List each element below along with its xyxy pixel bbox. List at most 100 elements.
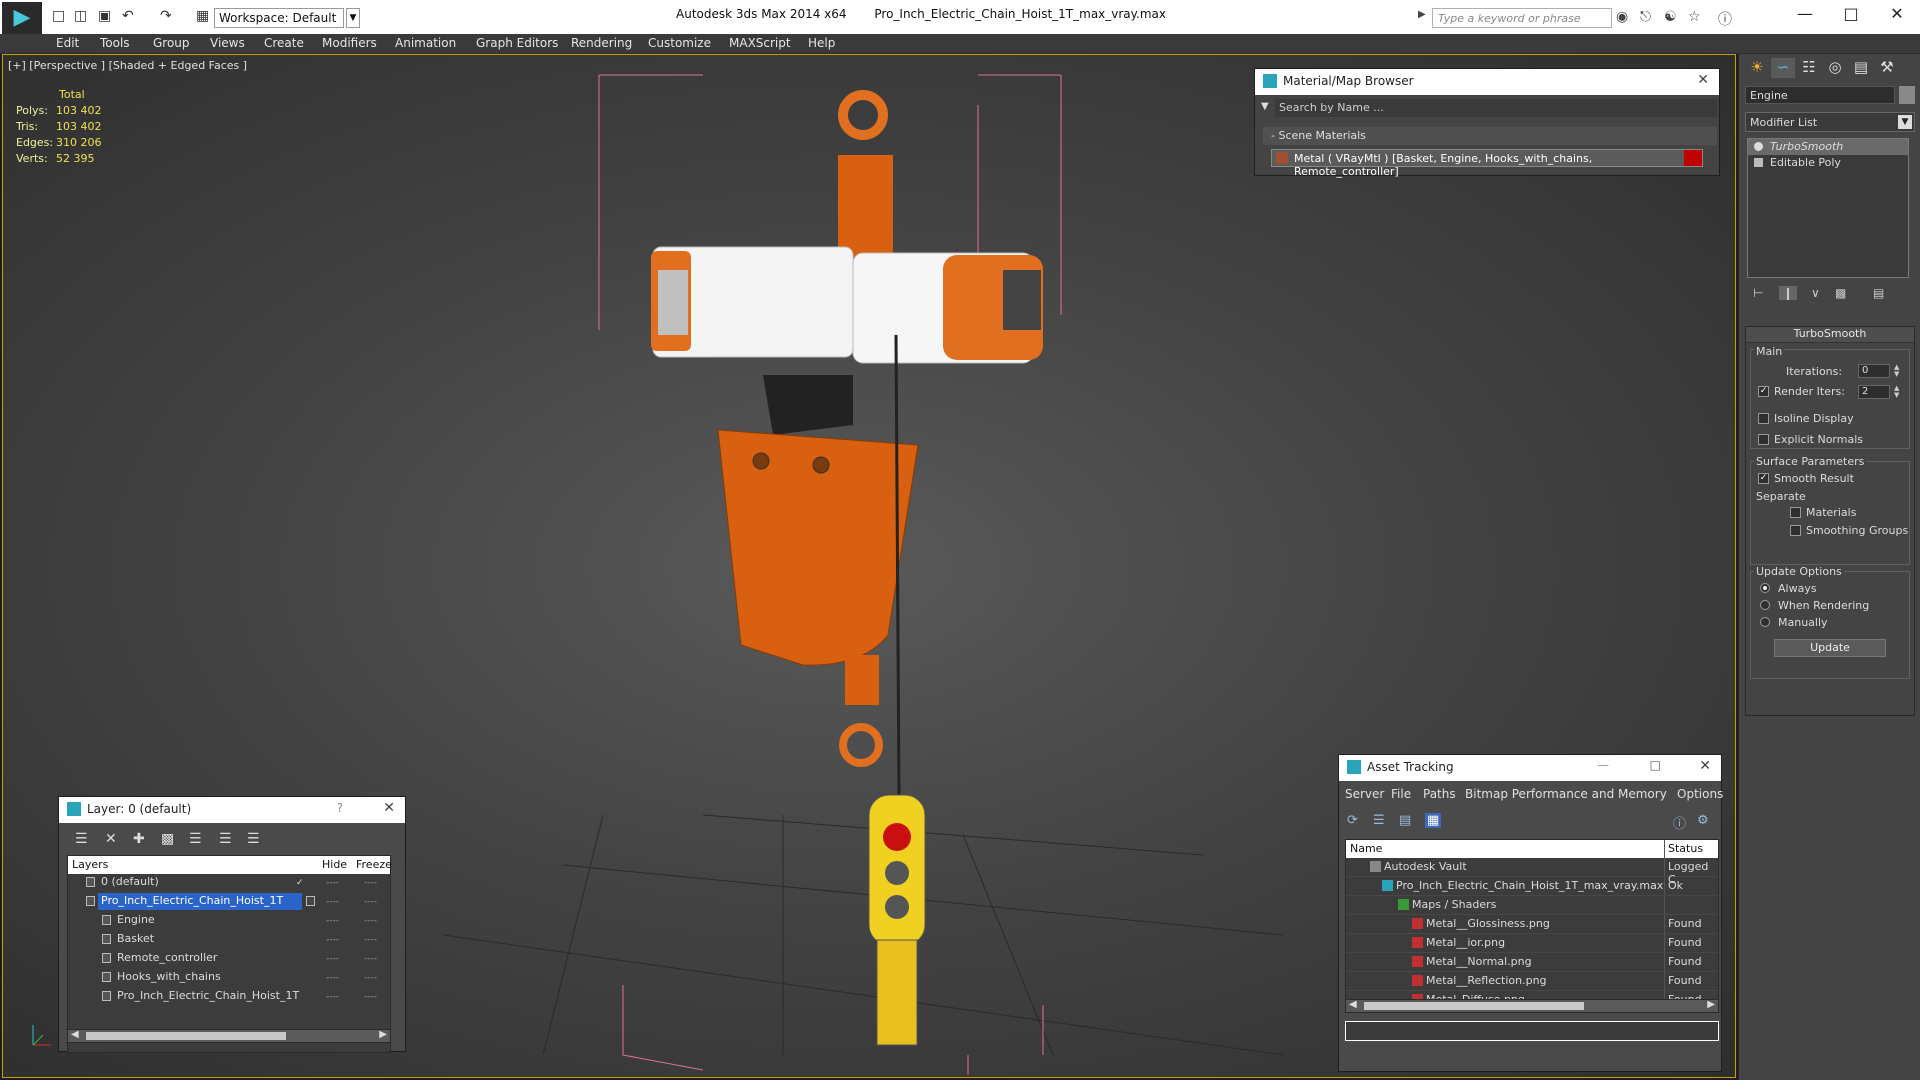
layer-row[interactable]: Engine ---- ---- bbox=[68, 912, 390, 931]
active-layer-icon[interactable] bbox=[306, 896, 315, 906]
menu-maxscript[interactable]: MAXScript bbox=[729, 36, 791, 50]
close-icon[interactable]: ✕ bbox=[383, 800, 395, 816]
remove-modifier-icon[interactable]: ▩ bbox=[1835, 286, 1846, 300]
layer-row[interactable]: Pro_Inch_Electric_Chain_Hoist_1T ---- --… bbox=[68, 893, 390, 912]
update-button[interactable]: Update bbox=[1774, 639, 1886, 657]
col-name[interactable]: Name bbox=[1350, 842, 1382, 855]
freeze-all-icon[interactable]: ☰ bbox=[247, 831, 260, 847]
close-icon[interactable]: ✕ bbox=[1699, 758, 1711, 774]
col-layers[interactable]: Layers bbox=[72, 858, 108, 871]
at-menu-bitmap-performance[interactable]: Bitmap Performance and Memory bbox=[1465, 787, 1667, 801]
col-status[interactable]: Status bbox=[1668, 842, 1703, 855]
col-hide[interactable]: Hide bbox=[322, 858, 347, 871]
redo-icon[interactable]: ↷ bbox=[160, 8, 172, 24]
new-file-icon[interactable]: □ bbox=[52, 8, 65, 24]
hide-toggle[interactable]: ---- bbox=[326, 878, 339, 888]
scroll-left-icon[interactable]: ◀ bbox=[71, 1029, 79, 1040]
hide-toggle[interactable]: ---- bbox=[326, 897, 339, 907]
hide-all-icon[interactable]: ☰ bbox=[219, 831, 232, 847]
hide-toggle[interactable]: ---- bbox=[326, 954, 339, 964]
always-radio[interactable] bbox=[1760, 583, 1770, 593]
material-search-input[interactable]: Search by Name ... bbox=[1275, 99, 1717, 117]
object-color-swatch[interactable] bbox=[1899, 86, 1915, 104]
delete-layer-icon[interactable]: ✕ bbox=[105, 831, 117, 847]
materials-checkbox[interactable] bbox=[1790, 507, 1801, 518]
freeze-toggle[interactable]: ---- bbox=[364, 897, 377, 907]
scroll-right-icon[interactable]: ▶ bbox=[1707, 999, 1715, 1010]
scrollbar-thumb[interactable] bbox=[86, 1032, 286, 1040]
list-view-icon[interactable]: ☰ bbox=[1373, 813, 1385, 828]
asset-row[interactable]: Maps / Shaders bbox=[1346, 896, 1718, 915]
menu-create[interactable]: Create bbox=[264, 36, 304, 50]
open-file-icon[interactable]: ◫ bbox=[74, 8, 87, 24]
spinner-arrows-icon[interactable]: ▲ ▼ bbox=[1894, 385, 1899, 399]
configure-sets-icon[interactable]: ▤ bbox=[1873, 286, 1884, 300]
when-rendering-radio[interactable] bbox=[1760, 600, 1770, 610]
menu-help[interactable]: Help bbox=[808, 36, 835, 50]
minimize-icon[interactable]: — bbox=[1597, 758, 1609, 772]
layer-row[interactable]: Pro_Inch_Electric_Chain_Hoist_1T ---- --… bbox=[68, 988, 390, 1007]
render-iters-spinner[interactable]: 2 bbox=[1858, 385, 1890, 399]
layers-horizontal-scrollbar[interactable]: ◀ ▶ bbox=[67, 1029, 391, 1043]
at-menu-file[interactable]: File bbox=[1391, 787, 1411, 801]
material-item-metal[interactable]: Metal ( VRayMtl ) [Basket, Engine, Hooks… bbox=[1271, 149, 1703, 178]
manually-radio[interactable] bbox=[1760, 617, 1770, 627]
subscription-icon[interactable]: ⎋ bbox=[1640, 9, 1651, 25]
viewport-label[interactable]: [+] [Perspective ] [Shaded + Edged Faces… bbox=[8, 59, 247, 72]
create-layer-icon[interactable]: ☰ bbox=[75, 831, 88, 847]
utilities-tab-icon[interactable]: ⚒ bbox=[1875, 58, 1899, 78]
workspace-dropdown[interactable]: Workspace: Default bbox=[214, 8, 344, 28]
refresh-icon[interactable]: ⟳ bbox=[1347, 813, 1358, 828]
hide-toggle[interactable]: ---- bbox=[326, 935, 339, 945]
freeze-toggle[interactable]: ---- bbox=[364, 878, 377, 888]
lightbulb-icon[interactable] bbox=[1754, 142, 1763, 151]
help-icon[interactable]: ? bbox=[337, 801, 343, 815]
scrollbar-thumb[interactable] bbox=[1364, 1002, 1584, 1010]
scene-materials-group[interactable]: - Scene Materials bbox=[1263, 127, 1717, 145]
maximize-icon[interactable]: □ bbox=[1650, 758, 1661, 772]
minimize-icon[interactable]: — bbox=[1782, 4, 1828, 23]
menu-graph-editors[interactable]: Graph Editors bbox=[476, 36, 558, 50]
hide-toggle[interactable]: ---- bbox=[326, 973, 339, 983]
modify-tab-icon[interactable]: ∽ bbox=[1771, 58, 1795, 78]
asset-row[interactable]: Autodesk Vault Logged C bbox=[1346, 858, 1718, 886]
vault-help-icon[interactable]: ⚙ bbox=[1697, 813, 1709, 828]
asset-row[interactable]: Pro_Inch_Electric_Chain_Hoist_1T_max_vra… bbox=[1346, 877, 1718, 896]
render-iters-checkbox[interactable]: ✓ bbox=[1758, 386, 1769, 397]
add-to-layer-icon[interactable]: ✚ bbox=[133, 831, 145, 847]
pin-stack-icon[interactable]: ⊢ bbox=[1753, 286, 1763, 300]
favorites-star-icon[interactable]: ☆ bbox=[1688, 9, 1701, 25]
app-logo[interactable]: ▶ bbox=[2, 2, 42, 34]
object-name-field[interactable]: Engine bbox=[1745, 86, 1895, 104]
menu-animation[interactable]: Animation bbox=[395, 36, 456, 50]
menu-group[interactable]: Group bbox=[153, 36, 190, 50]
communication-icon[interactable]: ☯ bbox=[1664, 9, 1677, 25]
assets-horizontal-scrollbar[interactable]: ◀ ▶ bbox=[1345, 999, 1719, 1013]
stack-item-editable-poly[interactable]: Editable Poly bbox=[1748, 155, 1908, 171]
asset-row[interactable]: Metal__Glossiness.png Found bbox=[1346, 915, 1718, 934]
menu-customize[interactable]: Customize bbox=[648, 36, 711, 50]
menu-modifiers[interactable]: Modifiers bbox=[322, 36, 377, 50]
motion-tab-icon[interactable]: ◎ bbox=[1823, 58, 1847, 78]
freeze-toggle[interactable]: ---- bbox=[364, 992, 377, 1002]
turbosmooth-rollout-header[interactable]: TurboSmooth bbox=[1746, 327, 1914, 343]
detail-view-icon[interactable]: ▤ bbox=[1399, 813, 1411, 828]
undo-icon[interactable]: ↶ bbox=[122, 8, 134, 24]
asset-row[interactable]: Metal__ior.png Found bbox=[1346, 934, 1718, 953]
search-input[interactable]: Type a keyword or phrase bbox=[1432, 8, 1612, 28]
close-icon[interactable]: ✕ bbox=[1697, 72, 1709, 88]
smooth-result-checkbox[interactable]: ✓ bbox=[1758, 473, 1769, 484]
expand-plus-icon[interactable] bbox=[1754, 158, 1763, 167]
menu-views[interactable]: Views bbox=[210, 36, 245, 50]
show-end-result-icon[interactable]: ❙ bbox=[1779, 286, 1798, 300]
chevron-down-icon[interactable]: ▼ bbox=[1898, 115, 1912, 129]
options-arrow-icon[interactable]: ▼ bbox=[1261, 101, 1269, 112]
explicit-normals-checkbox[interactable] bbox=[1758, 434, 1769, 445]
expand-arrow-icon[interactable]: ▶ bbox=[1418, 9, 1426, 20]
at-menu-server[interactable]: Server bbox=[1345, 787, 1384, 801]
hide-toggle[interactable]: ---- bbox=[326, 992, 339, 1002]
scroll-left-icon[interactable]: ◀ bbox=[1349, 999, 1357, 1010]
make-unique-icon[interactable]: ∨ bbox=[1811, 286, 1820, 300]
layer-row[interactable]: Basket ---- ---- bbox=[68, 931, 390, 950]
hold-icon[interactable]: ▦ bbox=[196, 8, 209, 24]
